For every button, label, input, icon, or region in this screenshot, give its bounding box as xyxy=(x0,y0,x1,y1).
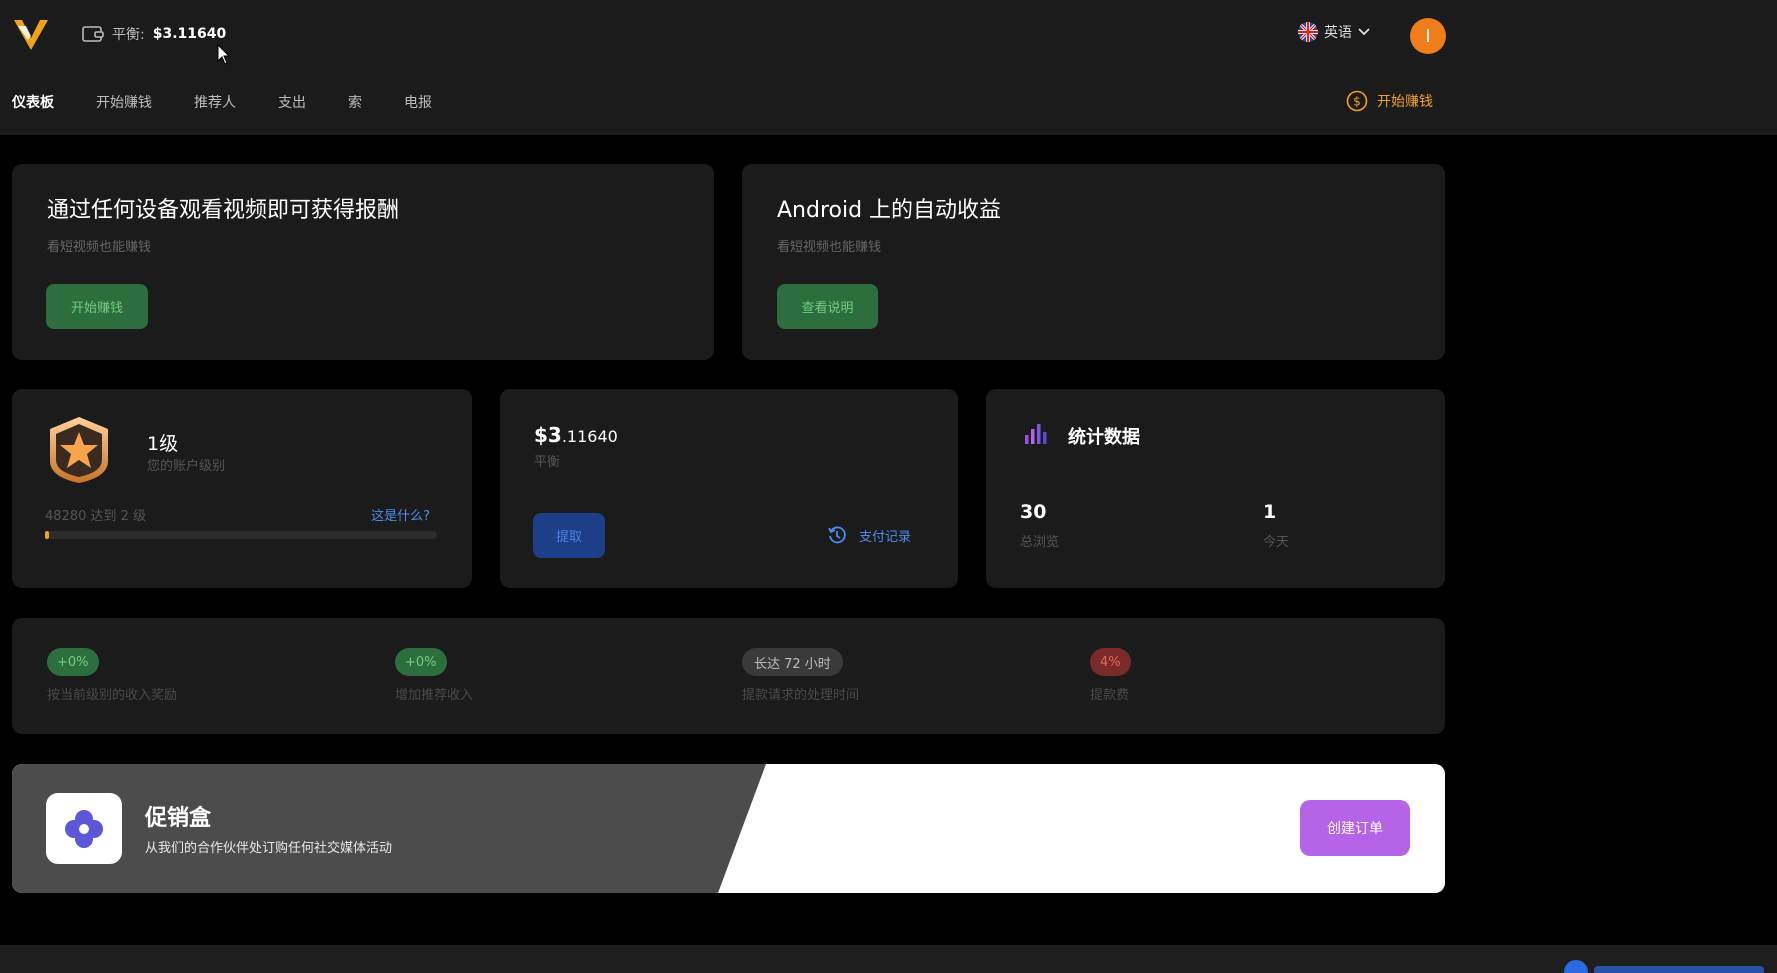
start-earning-button[interactable]: 开始赚钱 xyxy=(46,284,148,329)
bar-chart-icon xyxy=(1025,424,1047,444)
view-instructions-button[interactable]: 查看说明 xyxy=(777,284,878,329)
payment-history-label: 支付记录 xyxy=(859,529,912,545)
balance-amount: $3.11640 xyxy=(534,423,618,447)
star-badge-icon xyxy=(50,417,108,483)
dollar-coin-icon: $ xyxy=(1346,90,1368,112)
android-card-subtitle: 看短视频也能赚钱 xyxy=(777,240,882,255)
nav-item-telegram[interactable]: 电报 xyxy=(404,92,432,112)
top-header: 平衡: $3.11640 英语 I 仪表板 开始赚钱 推荐人 支出 索 电报 $… xyxy=(0,0,1777,135)
watch-videos-card: 通过任何设备观看视频即可获得报酬 看短视频也能赚钱 开始赚钱 xyxy=(12,164,714,360)
main-nav: 仪表板 开始赚钱 推荐人 支出 索 电报 xyxy=(12,92,432,112)
balance-label: 平衡: xyxy=(112,27,145,43)
logo-icon[interactable] xyxy=(12,18,50,52)
withdrawal-fee-badge: 4% xyxy=(1090,648,1131,676)
withdrawal-fee-label: 提款费 xyxy=(1090,688,1130,703)
flower-icon xyxy=(65,809,103,848)
level-progress-text: 48280 达到 2 级 xyxy=(45,509,147,524)
balance-amount-main: $3 xyxy=(534,423,562,447)
nav-item-referrals[interactable]: 推荐人 xyxy=(194,92,236,112)
avatar[interactable]: I xyxy=(1410,18,1446,54)
promo-box-banner: 促销盒 从我们的合作伙伴处订购任何社交媒体活动 创建订单 xyxy=(12,764,1445,893)
payment-history-link[interactable]: 支付记录 xyxy=(827,525,911,545)
total-views-label: 总浏览 xyxy=(1020,535,1060,550)
level-card: 1级 您的账户级别 48280 达到 2 级 这是什么? xyxy=(12,389,472,588)
promo-box-icon xyxy=(46,793,122,864)
svg-text:$: $ xyxy=(1353,95,1361,109)
level-bonus-badge: +0% xyxy=(47,648,99,676)
today-label: 今天 xyxy=(1263,535,1290,550)
stats-title: 统计数据 xyxy=(1068,427,1140,448)
withdraw-button[interactable]: 提取 xyxy=(533,513,605,558)
language-selector[interactable]: 英语 xyxy=(1298,22,1370,42)
balance-display: 平衡: $3.11640 xyxy=(82,24,226,44)
watch-card-subtitle: 看短视频也能赚钱 xyxy=(47,240,152,255)
referral-bonus-label: 增加推荐收入 xyxy=(395,688,474,703)
processing-time-badge: 长达 72 小时 xyxy=(742,648,843,676)
balance-card-subtitle: 平衡 xyxy=(534,455,561,470)
nav-item-start-earning[interactable]: 开始赚钱 xyxy=(96,92,152,112)
what-is-this-link[interactable]: 这是什么? xyxy=(371,505,430,524)
info-strip: +0% 按当前级别的收入奖励 +0% 增加推荐收入 长达 72 小时 提款请求的… xyxy=(12,618,1445,734)
android-card: Android 上的自动收益 看短视频也能赚钱 查看说明 xyxy=(742,164,1445,360)
uk-flag-icon xyxy=(1298,22,1318,42)
promo-subtitle: 从我们的合作伙伴处订购任何社交媒体活动 xyxy=(145,841,393,856)
chevron-down-icon xyxy=(1358,28,1370,36)
level-bonus-label: 按当前级别的收入奖励 xyxy=(47,688,178,703)
language-label: 英语 xyxy=(1324,25,1352,41)
referral-bonus-badge: +0% xyxy=(395,648,447,676)
level-progress-fill xyxy=(45,531,49,539)
nav-item-dashboard[interactable]: 仪表板 xyxy=(12,92,54,112)
stats-card: 统计数据 30 总浏览 1 今天 xyxy=(986,389,1445,588)
bottom-bar xyxy=(0,945,1777,973)
promo-dark-panel xyxy=(12,764,766,893)
level-subtitle: 您的账户级别 xyxy=(147,459,226,474)
watch-card-title: 通过任何设备观看视频即可获得报酬 xyxy=(47,198,400,223)
processing-time-label: 提款请求的处理时间 xyxy=(742,688,860,703)
level-title: 1级 xyxy=(147,433,179,455)
floating-widget-icon[interactable] xyxy=(1562,958,1777,973)
balance-amount-cents: .11640 xyxy=(561,427,618,446)
balance-value: $3.11640 xyxy=(152,26,227,42)
today-value: 1 xyxy=(1263,501,1277,523)
balance-card: $3.11640 平衡 提取 支付记录 xyxy=(500,389,958,588)
nav-item-search[interactable]: 索 xyxy=(348,92,362,112)
wallet-icon xyxy=(82,26,104,42)
android-card-title: Android 上的自动收益 xyxy=(777,198,1002,223)
start-earning-label: 开始赚钱 xyxy=(1377,94,1433,110)
mouse-cursor-icon xyxy=(217,44,231,65)
level-progress-bar xyxy=(45,531,437,539)
promo-title: 促销盒 xyxy=(145,806,212,831)
history-icon xyxy=(828,526,846,544)
total-views-value: 30 xyxy=(1020,501,1047,523)
create-order-button[interactable]: 创建订单 xyxy=(1300,800,1410,856)
start-earning-link[interactable]: $ 开始赚钱 xyxy=(1346,90,1433,112)
nav-item-payouts[interactable]: 支出 xyxy=(278,92,306,112)
